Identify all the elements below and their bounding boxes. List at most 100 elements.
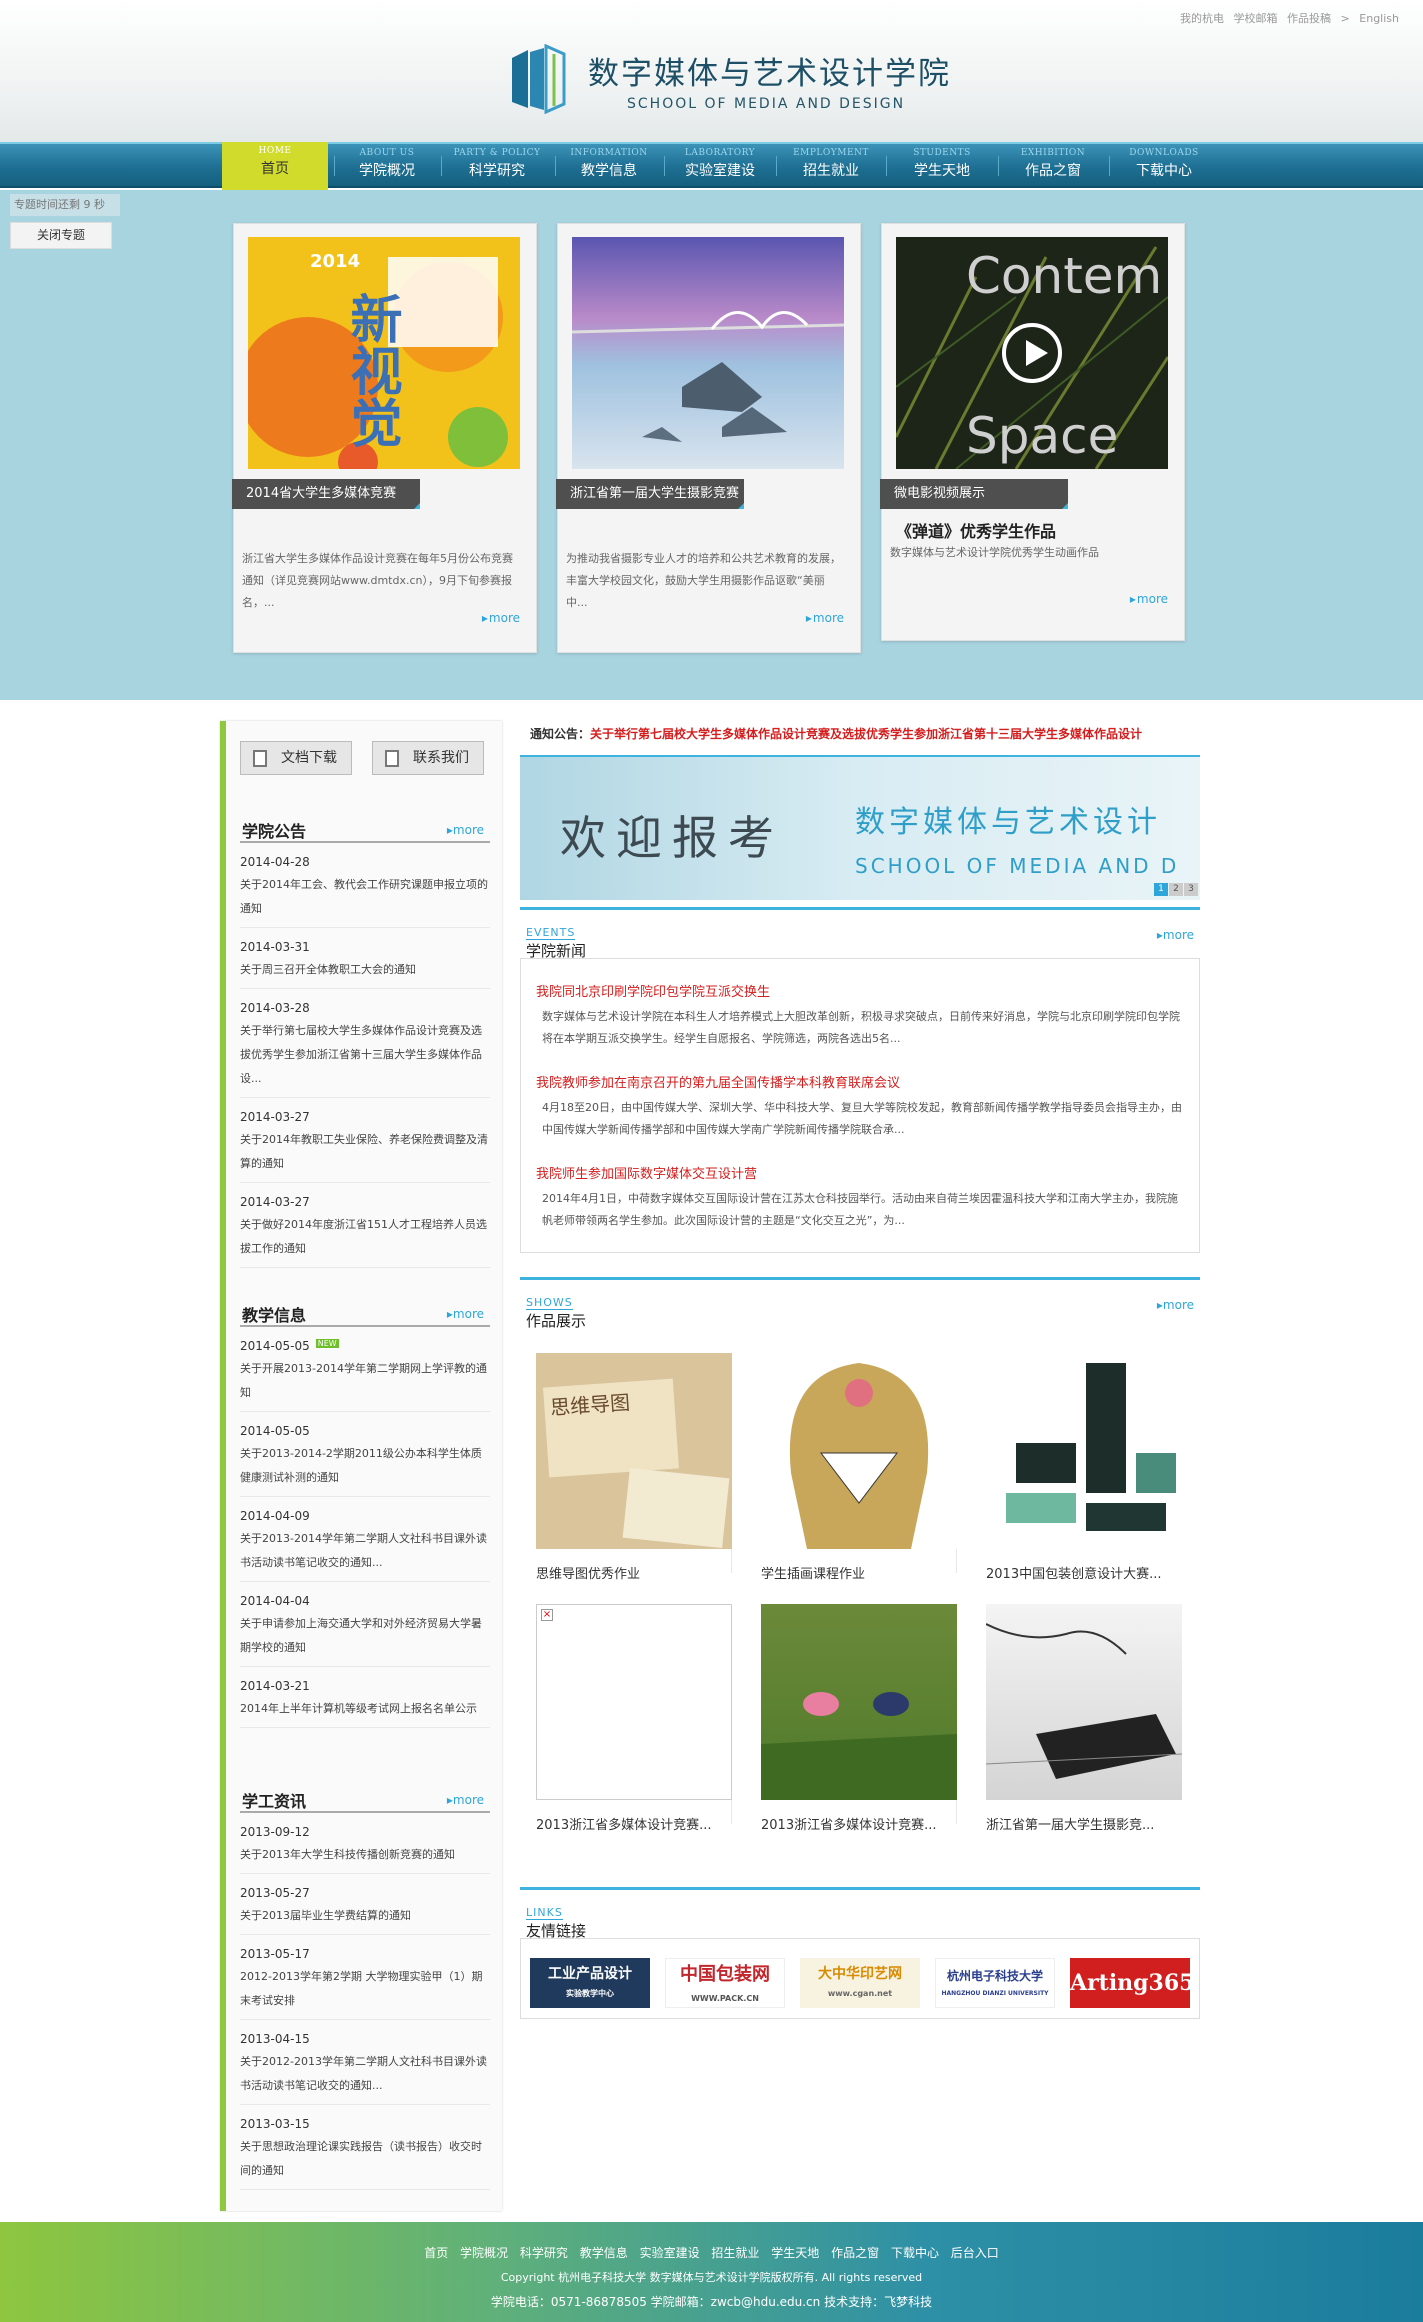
feature-card-subtitle[interactable]: 《弹道》优秀学生作品: [896, 518, 1056, 542]
item-title[interactable]: 2014年上半年计算机等级考试网上报名名单公示: [240, 1697, 490, 1721]
item-title[interactable]: 关于2012-2013学年第二学期人文社科书目课外读书活动读书笔记收交的通知..…: [240, 2050, 490, 2098]
footer-link[interactable]: 下载中心: [891, 2246, 939, 2260]
event-title[interactable]: 我院师生参加国际数字媒体交互设计营: [536, 1163, 1186, 1182]
nav-employment[interactable]: EMPLOYMENT 招生就业: [778, 144, 884, 186]
section-more-link[interactable]: more: [447, 823, 484, 837]
show-item[interactable]: 思维导图 思维导图优秀作业: [536, 1353, 732, 1582]
list-item[interactable]: 2013-09-12 关于2013年大学生科技传播创新竞赛的通知: [240, 1825, 490, 1874]
nav-students[interactable]: STUDENTS 学生天地: [889, 144, 995, 186]
show-item[interactable]: 学生插画课程作业: [761, 1353, 957, 1582]
feature-card-label[interactable]: 浙江省第一届大学生摄影竞赛: [556, 479, 744, 509]
list-item[interactable]: 2013-05-17 2012-2013学年第2学期 大学物理实验甲（1）期末考试…: [240, 1947, 490, 2020]
list-item[interactable]: 2014-03-27 关于做好2014年度浙江省151人才工程培养人员选拔工作的通…: [240, 1195, 490, 1268]
list-item[interactable]: 2014-05-05 关于2013-2014-2学期2011级公办本科学生体质健康…: [240, 1424, 490, 1497]
show-image[interactable]: [986, 1353, 1182, 1549]
nav-research[interactable]: PARTY & POLICY 科学研究: [444, 144, 550, 186]
show-caption[interactable]: 思维导图优秀作业: [536, 1563, 640, 1582]
nav-downloads[interactable]: DOWNLOADS 下载中心: [1111, 144, 1217, 186]
show-caption[interactable]: 学生插画课程作业: [761, 1563, 865, 1582]
list-item[interactable]: 2014-03-28 关于举行第七届校大学生多媒体作品设计竞赛及选拔优秀学生参加浙…: [240, 1001, 490, 1098]
banner-page-1[interactable]: 1: [1154, 883, 1168, 896]
toplink-english[interactable]: English: [1359, 12, 1399, 25]
show-caption[interactable]: 2013浙江省多媒体设计竞赛...: [536, 1814, 711, 1833]
footer-link[interactable]: 作品之窗: [831, 2246, 879, 2260]
item-title[interactable]: 关于举行第七届校大学生多媒体作品设计竞赛及选拔优秀学生参加浙江省第十三届大学生多…: [240, 1019, 490, 1091]
show-caption[interactable]: 2013中国包装创意设计大赛...: [986, 1563, 1161, 1582]
contact-us-button[interactable]: 联系我们: [372, 741, 484, 775]
footer-link[interactable]: 学院概况: [460, 2246, 508, 2260]
notice-ticker[interactable]: 通知公告：关于举行第七届校大学生多媒体作品设计竞赛及选拔优秀学生参加浙江省第十三…: [530, 725, 1200, 742]
event-title[interactable]: 我院同北京印刷学院印包学院互派交换生: [536, 981, 1186, 1000]
feature-card-label[interactable]: 微电影视频展示: [880, 479, 1068, 509]
banner-page-2[interactable]: 2: [1169, 883, 1183, 896]
list-item[interactable]: 2014-04-09 关于2013-2014学年第二学期人文社科书目课外读书活动读…: [240, 1509, 490, 1582]
show-item[interactable]: 浙江省第一届大学生摄影竞...: [986, 1604, 1182, 1833]
show-image[interactable]: [986, 1604, 1182, 1800]
section-more-link[interactable]: more: [447, 1307, 484, 1321]
list-item[interactable]: 2014-04-28 关于2014年工会、教代会工作研究课题申报立项的通知: [240, 855, 490, 928]
list-item[interactable]: 2014-04-04 关于申请参加上海交通大学和对外经济贸易大学暑期学校的通知: [240, 1594, 490, 1667]
event-title[interactable]: 我院教师参加在南京召开的第九届全国传播学本科教育联席会议: [536, 1072, 1186, 1091]
toplink-mail[interactable]: 学校邮箱: [1234, 12, 1278, 25]
feature-card[interactable]: Contem Space 微电影视频展示 《弹道》优秀学生作品 数字媒体与艺术设…: [880, 223, 1185, 641]
toplink-submit[interactable]: 作品投稿: [1287, 12, 1331, 25]
feature-card-label[interactable]: 2014省大学生多媒体竞赛: [232, 479, 420, 509]
feature-image-poster[interactable]: 新视觉 2014: [248, 237, 520, 469]
show-caption[interactable]: 浙江省第一届大学生摄影竞...: [986, 1814, 1154, 1833]
link-industrial-design[interactable]: 工业产品设计 实验教学中心: [530, 1958, 650, 2008]
admission-banner[interactable]: 欢迎报考 数字媒体与艺术设计 SCHOOL OF MEDIA AND D 123: [520, 755, 1200, 900]
item-title[interactable]: 关于申请参加上海交通大学和对外经济贸易大学暑期学校的通知: [240, 1612, 490, 1660]
footer-link[interactable]: 教学信息: [580, 2246, 628, 2260]
show-item[interactable]: 2013中国包装创意设计大赛...: [986, 1353, 1182, 1582]
feature-card-more[interactable]: more: [806, 611, 844, 625]
nav-home[interactable]: HOME 首页: [222, 142, 328, 190]
footer-link[interactable]: 实验室建设: [640, 2246, 700, 2260]
list-item[interactable]: 2014-03-31 关于周三召开全体教职工大会的通知: [240, 940, 490, 989]
feature-image-bridge[interactable]: [572, 237, 844, 469]
item-title[interactable]: 关于2014年工会、教代会工作研究课题申报立项的通知: [240, 873, 490, 921]
footer-link[interactable]: 后台入口: [951, 2246, 999, 2260]
notice-text[interactable]: 关于举行第七届校大学生多媒体作品设计竞赛及选拔优秀学生参加浙江省第十三届大学生多…: [590, 727, 1142, 741]
show-caption[interactable]: 2013浙江省多媒体设计竞赛...: [761, 1814, 936, 1833]
event-item[interactable]: 我院师生参加国际数字媒体交互设计营 2014年4月1日，中荷数字媒体交互国际设计…: [536, 1163, 1186, 1232]
item-title[interactable]: 关于周三召开全体教职工大会的通知: [240, 958, 490, 982]
show-image-broken[interactable]: ×: [536, 1604, 732, 1800]
list-item[interactable]: 2014-05-05 NEW 关于开展2013-2014学年第二学期网上学评教的通知: [240, 1339, 490, 1412]
toplink-myhdu[interactable]: 我的杭电: [1180, 12, 1224, 25]
link-packaging-china[interactable]: 中国包装网 WWW.PACK.CN: [665, 1958, 785, 2008]
footer-link[interactable]: 学生天地: [771, 2246, 819, 2260]
item-title[interactable]: 关于开展2013-2014学年第二学期网上学评教的通知: [240, 1357, 490, 1405]
link-cgan[interactable]: 大中华印艺网 www.cgan.net: [800, 1958, 920, 2008]
footer-link[interactable]: 首页: [424, 2246, 448, 2260]
item-title[interactable]: 2012-2013学年第2学期 大学物理实验甲（1）期末考试安排: [240, 1965, 490, 2013]
list-item[interactable]: 2014-03-27 关于2014年教职工失业保险、养老保险费调整及清算的通知: [240, 1110, 490, 1183]
events-more-link[interactable]: more: [1157, 928, 1194, 942]
banner-page-3[interactable]: 3: [1184, 883, 1198, 896]
link-arting365[interactable]: Arting365: [1070, 1958, 1194, 2008]
feature-card[interactable]: 浙江省第一届大学生摄影竞赛 为推动我省摄影专业人才的培养和公共艺术教育的发展，丰…: [556, 223, 861, 653]
feature-card-more[interactable]: more: [482, 611, 520, 625]
item-title[interactable]: 关于2013届毕业生学费结算的通知: [240, 1904, 490, 1928]
footer-link[interactable]: 招生就业: [711, 2246, 759, 2260]
docs-download-button[interactable]: 文档下载: [240, 741, 352, 775]
event-item[interactable]: 我院教师参加在南京召开的第九届全国传播学本科教育联席会议 4月18至20日，由中…: [536, 1072, 1186, 1141]
show-image[interactable]: 思维导图: [536, 1353, 732, 1549]
list-item[interactable]: 2013-04-15 关于2012-2013学年第二学期人文社科书目课外读书活动读…: [240, 2032, 490, 2105]
item-title[interactable]: 关于2013年大学生科技传播创新竞赛的通知: [240, 1843, 490, 1867]
close-feature-button[interactable]: 关闭专题: [10, 222, 112, 249]
list-item[interactable]: 2013-05-27 关于2013届毕业生学费结算的通知: [240, 1886, 490, 1935]
show-item[interactable]: × 2013浙江省多媒体设计竞赛...: [536, 1604, 732, 1833]
nav-teaching[interactable]: INFORMATION 教学信息: [556, 144, 662, 186]
item-title[interactable]: 关于2013-2014学年第二学期人文社科书目课外读书活动读书笔记收交的通知..…: [240, 1527, 490, 1575]
school-logo-icon[interactable]: [508, 44, 568, 114]
footer-link[interactable]: 科学研究: [520, 2246, 568, 2260]
nav-exhibition[interactable]: EXHIBITION 作品之窗: [1000, 144, 1106, 186]
list-item[interactable]: 2014-03-21 2014年上半年计算机等级考试网上报名名单公示: [240, 1679, 490, 1728]
event-item[interactable]: 我院同北京印刷学院印包学院互派交换生 数字媒体与艺术设计学院在本科生人才培养模式…: [536, 981, 1186, 1050]
feature-video-thumbnail[interactable]: Contem Space: [896, 237, 1168, 469]
show-image[interactable]: [761, 1353, 957, 1549]
link-hdu[interactable]: 杭州电子科技大学 HANGZHOU DIANZI UNIVERSITY: [935, 1958, 1055, 2008]
show-item[interactable]: 2013浙江省多媒体设计竞赛...: [761, 1604, 957, 1833]
item-title[interactable]: 关于2014年教职工失业保险、养老保险费调整及清算的通知: [240, 1128, 490, 1176]
feature-card-more[interactable]: more: [1130, 592, 1168, 606]
